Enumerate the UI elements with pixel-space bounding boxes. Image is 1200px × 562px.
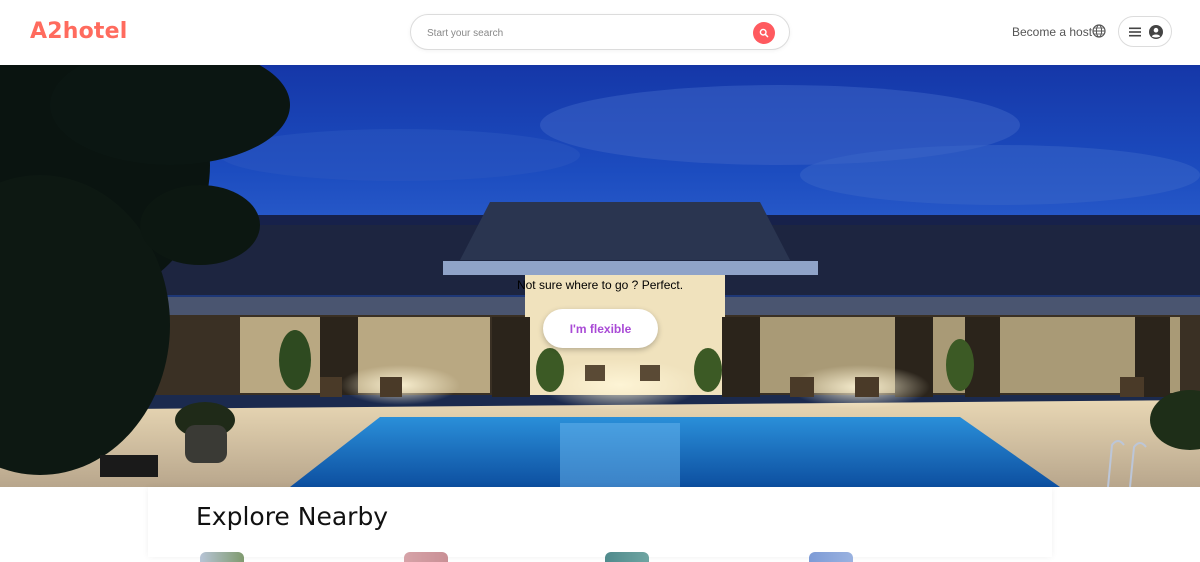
brand-logo[interactable]: A2hotel — [30, 19, 128, 44]
user-menu-button[interactable] — [1118, 16, 1172, 47]
hero-banner: Not sure where to go ? Perfect. I'm flex… — [0, 65, 1200, 487]
search-button[interactable] — [753, 22, 775, 44]
nearby-thumbnail[interactable] — [605, 552, 649, 562]
nearby-thumbnail[interactable] — [404, 552, 448, 562]
become-host-link[interactable]: Become a host — [1012, 25, 1092, 39]
search-bar[interactable] — [410, 14, 790, 50]
hero-tagline: Not sure where to go ? Perfect. — [516, 278, 684, 292]
top-navbar: A2hotel Become a host — [0, 0, 1200, 65]
search-input[interactable] — [425, 23, 749, 43]
menu-icon — [1129, 27, 1141, 37]
globe-icon[interactable] — [1092, 24, 1106, 38]
hero-background-image — [0, 65, 1200, 487]
nearby-thumbnail[interactable] — [809, 552, 853, 562]
explore-nearby-heading: Explore Nearby — [196, 502, 389, 531]
im-flexible-button[interactable]: I'm flexible — [543, 309, 658, 348]
account-icon — [1149, 25, 1163, 39]
nearby-thumbnail[interactable] — [200, 552, 244, 562]
search-icon — [759, 28, 769, 38]
